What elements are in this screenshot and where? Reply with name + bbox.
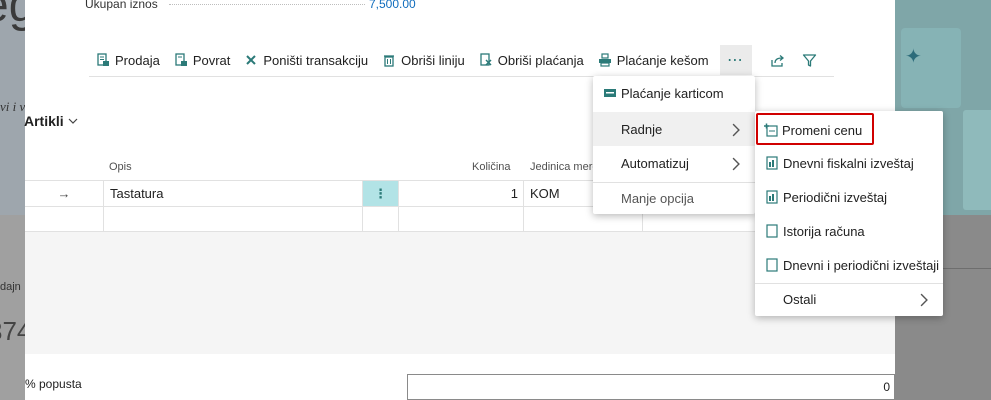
fewer-options-label: Manje opcija: [621, 190, 694, 206]
total-summary: Ukupan iznos 7,500.00: [85, 0, 416, 11]
daily-periodic-reports-label: Dnevni i periodični izveštaji: [783, 257, 940, 273]
change-price-menu-item[interactable]: Promeni cenu: [755, 113, 943, 147]
row-actions-button[interactable]: ⋮: [363, 181, 399, 206]
page-icon: [766, 258, 778, 272]
report-icon: [766, 156, 778, 170]
periodic-report-menu-item[interactable]: Periodični izveštaj: [755, 180, 943, 214]
cancel-transaction-button[interactable]: Poništi transakciju: [237, 45, 375, 75]
page-icon: [766, 224, 778, 238]
share-button[interactable]: [762, 45, 794, 75]
close-icon: [246, 55, 257, 65]
share-icon: [771, 54, 785, 67]
background-small-text: dajn: [0, 281, 21, 293]
card-payment-menu-item[interactable]: Plaćanje karticom: [593, 76, 755, 110]
other-label: Ostali: [783, 291, 817, 307]
cancel-transaction-label: Poništi transakciju: [263, 52, 369, 68]
discount-label: % popusta: [25, 377, 82, 391]
other-menu-item[interactable]: Ostali: [755, 282, 943, 316]
card-icon: [604, 89, 616, 97]
leader-dots: [169, 3, 365, 5]
lines-section-header[interactable]: Artikli: [24, 113, 79, 129]
column-header-description[interactable]: Opis: [109, 161, 132, 173]
filter-button[interactable]: [794, 45, 826, 75]
delete-payments-button[interactable]: Obriši plaćanja: [472, 45, 591, 75]
chevron-right-icon: [920, 293, 928, 307]
discount-input[interactable]: 0: [407, 374, 895, 400]
quantity-cell[interactable]: 1: [399, 181, 524, 206]
delete-line-label: Obriši liniju: [401, 52, 465, 68]
delete-payments-label: Obriši plaćanja: [497, 52, 584, 68]
table-cell[interactable]: [104, 207, 363, 232]
cash-payment-label: Plaćanje kešom: [616, 52, 709, 68]
daily-fiscal-report-menu-item[interactable]: Dnevni fiskalni izveštaj: [755, 146, 943, 180]
sale-button[interactable]: Prodaja: [89, 45, 167, 75]
background-italic-text: vi i v: [0, 99, 25, 114]
return-label: Povrat: [192, 52, 231, 68]
more-actions-menu: Plaćanje karticom Radnje Automatizuj Man…: [593, 76, 755, 214]
chevron-down-icon: [68, 118, 78, 124]
column-header-quantity[interactable]: Količina: [472, 161, 511, 173]
periodic-report-label: Periodični izveštaj: [783, 189, 888, 205]
total-value[interactable]: 7,500.00: [369, 0, 416, 11]
background-number: 374: [0, 316, 25, 346]
action-bar: Prodaja Povrat Poništi transakciju Obriš…: [89, 44, 834, 77]
table-cell[interactable]: [25, 207, 104, 232]
delete-payment-icon: [480, 53, 492, 66]
cash-payment-button[interactable]: Plaćanje kešom: [591, 45, 716, 75]
sparkle-icon: ✦: [905, 46, 922, 68]
card-payment-label: Plaćanje karticom: [621, 85, 724, 101]
trash-icon: [384, 55, 395, 67]
background-left-top: eg vi i v: [0, 0, 25, 215]
filter-icon: [802, 53, 817, 67]
column-header-unit[interactable]: Jedinica mere: [530, 161, 598, 173]
total-label: Ukupan iznos: [85, 0, 158, 11]
receipt-history-menu-item[interactable]: Istorija računa: [755, 214, 943, 248]
illustration-card: [963, 110, 991, 210]
automate-menu-item[interactable]: Automatizuj: [593, 146, 755, 180]
description-cell[interactable]: Tastatura: [104, 181, 363, 206]
return-button[interactable]: Povrat: [167, 45, 238, 75]
background-heading: eg: [0, 0, 25, 32]
actions-label: Radnje: [621, 121, 663, 137]
sale-icon: [97, 53, 109, 66]
change-price-icon: [764, 123, 778, 137]
table-cell[interactable]: [399, 207, 524, 232]
receipt-history-label: Istorija računa: [783, 223, 865, 239]
return-icon: [175, 53, 187, 66]
change-price-label: Promeni cenu: [782, 122, 863, 138]
delete-line-button[interactable]: Obriši liniju: [375, 45, 472, 75]
row-selector-arrow[interactable]: →: [25, 181, 104, 206]
actions-submenu: Promeni cenu Dnevni fiskalni izveštaj Pe…: [755, 111, 943, 316]
actions-menu-item[interactable]: Radnje: [593, 112, 755, 146]
section-title: Artikli: [24, 113, 64, 129]
daily-fiscal-report-label: Dnevni fiskalni izveštaj: [783, 155, 914, 171]
report-icon: [766, 190, 778, 204]
automate-label: Automatizuj: [621, 155, 689, 171]
sale-label: Prodaja: [115, 52, 160, 68]
background-left-bottom: dajn 374: [0, 215, 25, 400]
chevron-right-icon: [732, 123, 740, 137]
chevron-right-icon: [732, 157, 740, 171]
fewer-options-menu-item[interactable]: Manje opcija: [593, 181, 755, 215]
daily-periodic-reports-menu-item[interactable]: Dnevni i periodični izveštaji: [755, 248, 943, 282]
more-options-button[interactable]: ⋯: [719, 45, 752, 75]
table-cell[interactable]: [363, 207, 399, 232]
cash-icon: [598, 53, 611, 67]
